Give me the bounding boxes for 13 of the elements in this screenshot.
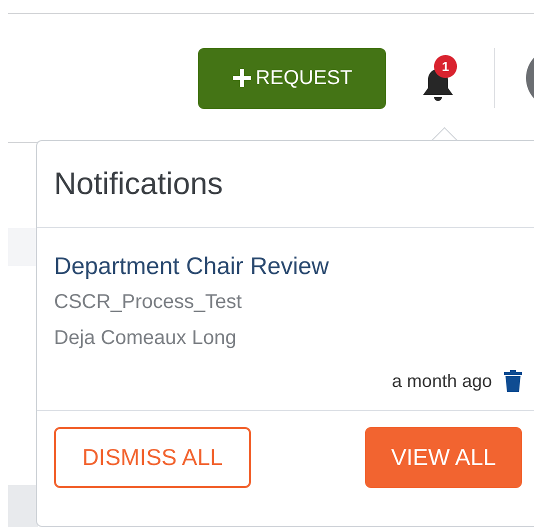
trash-icon[interactable] <box>504 370 522 392</box>
background-panel <box>8 485 38 527</box>
popup-title: Notifications <box>37 141 534 228</box>
notification-time: a month ago <box>392 370 492 392</box>
request-button[interactable]: REQUEST <box>198 48 386 108</box>
process-name: CSCR_Process_Test <box>54 290 243 315</box>
notification-bell-button[interactable]: 1 <box>418 53 458 103</box>
plus-icon <box>232 68 252 88</box>
notification-title[interactable]: Department Chair Review <box>54 250 517 284</box>
dismiss-all-button[interactable]: DISMISS ALL <box>54 427 251 488</box>
view-all-button[interactable]: VIEW ALL <box>365 427 522 488</box>
notification-count-badge: 1 <box>434 55 457 78</box>
person-name: Deja Comeaux Long <box>54 326 238 351</box>
